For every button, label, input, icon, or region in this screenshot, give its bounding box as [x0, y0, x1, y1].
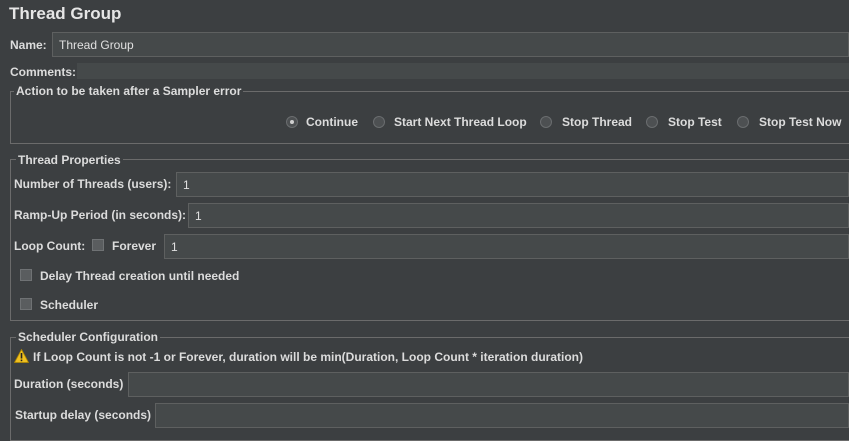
radio-stop-test-now-label[interactable]: Stop Test Now: [759, 115, 841, 129]
scheduler-warning-text: If Loop Count is not -1 or Forever, dura…: [33, 350, 583, 364]
comments-label: Comments:: [10, 65, 77, 79]
startup-delay-label: Startup delay (seconds): [15, 408, 152, 422]
duration-field[interactable]: [128, 372, 849, 397]
loop-count-field[interactable]: [164, 234, 849, 259]
radio-continue-label[interactable]: Continue: [306, 115, 358, 129]
thread-properties-legend: Thread Properties: [16, 153, 123, 167]
radio-stop-test[interactable]: [646, 116, 658, 128]
startup-delay-field[interactable]: [155, 403, 849, 428]
page-title: Thread Group: [9, 4, 122, 23]
scheduler-config-legend: Scheduler Configuration: [16, 330, 161, 344]
radio-continue[interactable]: [286, 116, 298, 128]
forever-checkbox[interactable]: [92, 239, 104, 251]
ramp-up-label: Ramp-Up Period (in seconds):: [14, 208, 187, 222]
radio-stop-test-label[interactable]: Stop Test: [668, 115, 722, 129]
delay-creation-checkbox[interactable]: [20, 269, 32, 281]
ramp-up-field[interactable]: [188, 203, 849, 228]
sampler-error-legend: Action to be taken after a Sampler error: [14, 84, 244, 98]
name-label: Name:: [10, 38, 47, 52]
forever-label[interactable]: Forever: [112, 239, 156, 253]
warning-triangle-icon: [14, 349, 29, 363]
radio-stop-test-now[interactable]: [737, 116, 749, 128]
scheduler-checkbox[interactable]: [20, 298, 32, 310]
num-threads-field[interactable]: [176, 172, 849, 197]
duration-label: Duration (seconds): [14, 377, 124, 391]
num-threads-label: Number of Threads (users):: [14, 177, 172, 191]
radio-start-next-thread-loop[interactable]: [373, 116, 385, 128]
name-field[interactable]: [52, 32, 849, 57]
comments-field[interactable]: [77, 63, 849, 79]
radio-start-next-thread-loop-label[interactable]: Start Next Thread Loop: [394, 115, 527, 129]
radio-stop-thread[interactable]: [540, 116, 552, 128]
delay-creation-label[interactable]: Delay Thread creation until needed: [40, 269, 239, 283]
scheduler-label[interactable]: Scheduler: [40, 298, 98, 312]
loop-count-label: Loop Count:: [14, 239, 86, 253]
radio-stop-thread-label[interactable]: Stop Thread: [562, 115, 632, 129]
